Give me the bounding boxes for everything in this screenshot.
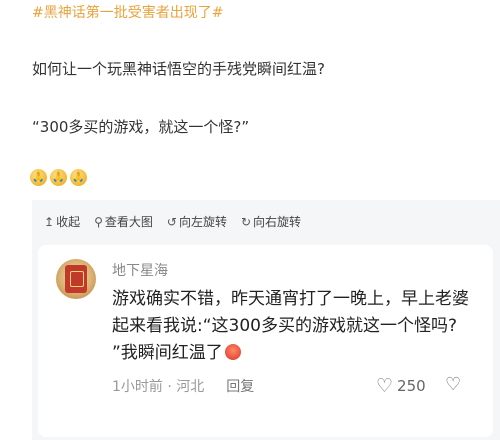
rotate-left-button[interactable]: ↺ 向左旋转	[167, 213, 227, 230]
image-comment-panel: ↥ 收起 ⚲ 查看大图 ↺ 向左旋转 ↻ 向右旋转 地下星海 游戏确实不错，昨天…	[32, 200, 500, 440]
avatar[interactable]	[56, 259, 96, 299]
search-icon: ⚲	[94, 214, 103, 229]
like-button[interactable]: ♡ 250	[376, 375, 426, 397]
post-quote: “300多买的游戏，就这一个怪?”	[32, 118, 250, 136]
emoji-row: 🙏 🙏 🙏	[30, 169, 87, 186]
comment-username[interactable]: 地下星海	[112, 260, 168, 280]
rotate-right-icon: ↻	[240, 214, 252, 229]
rotate-left-label: 向左旋转	[178, 215, 227, 229]
angry-face-icon	[224, 344, 241, 360]
like-count: 250	[397, 377, 426, 395]
pray-icon: 🙏	[30, 169, 47, 186]
reply-button[interactable]: 回复	[226, 376, 254, 396]
rotate-right-button[interactable]: ↻ 向右旋转	[241, 213, 301, 230]
dislike-button[interactable]: ♡	[445, 374, 461, 395]
heart-icon: ♡	[376, 375, 394, 397]
image-toolbar: ↥ 收起 ⚲ 查看大图 ↺ 向左旋转 ↻ 向右旋转	[44, 213, 301, 230]
comment-text: 游戏确实不错，昨天通宵打了一晚上，早上老婆起来看我说:“这300多买的游戏就这一…	[112, 286, 482, 367]
broken-heart-icon: ♡	[445, 374, 462, 395]
collapse-button[interactable]: ↥ 收起	[44, 213, 80, 230]
rotate-left-icon: ↺	[166, 214, 177, 229]
view-large-label: 查看大图	[104, 215, 153, 229]
comment-time-location: 1小时前 · 河北	[112, 379, 205, 395]
comment-text-body: 游戏确实不错，昨天通宵打了一晚上，早上老婆起来看我说:“这300多买的游戏就这一…	[112, 289, 469, 363]
view-large-button[interactable]: ⚲ 查看大图	[94, 213, 153, 230]
pray-icon: 🙏	[70, 169, 87, 186]
comment-meta: 1小时前 · 河北 回复	[112, 376, 254, 396]
hashtag-link[interactable]: #黑神话第一批受害者出现了#	[32, 2, 223, 22]
collapse-label: 收起	[56, 215, 81, 229]
pray-icon: 🙏	[50, 169, 67, 186]
post-question: 如何让一个玩黑神话悟空的手残党瞬间红温?	[32, 60, 325, 78]
comment-card: 地下星海 游戏确实不错，昨天通宵打了一晚上，早上老婆起来看我说:“这300多买的…	[38, 245, 493, 437]
rotate-right-label: 向右旋转	[253, 215, 302, 229]
collapse-icon: ↥	[44, 214, 55, 229]
